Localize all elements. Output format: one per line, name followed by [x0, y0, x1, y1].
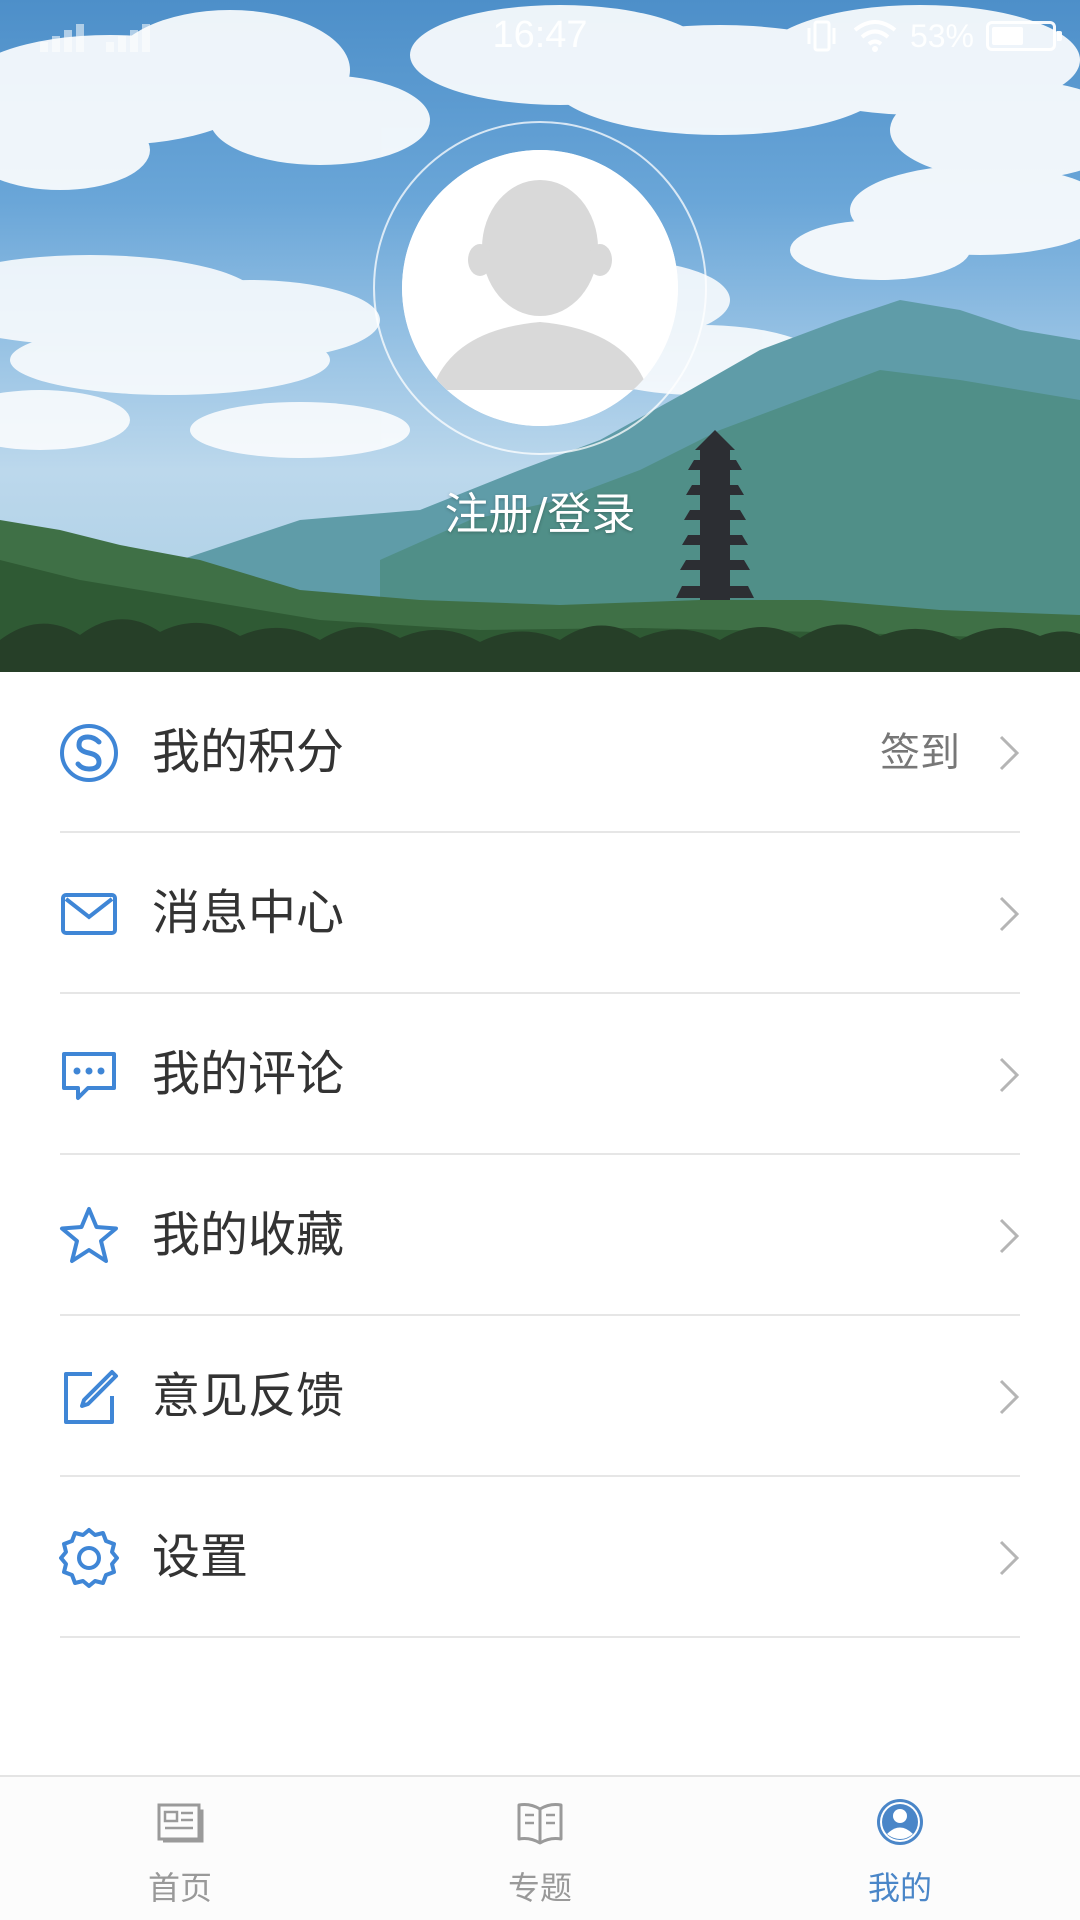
menu-item-settings[interactable]: 设置 [0, 1477, 1080, 1638]
bottom-tab-bar: 首页 专题 我的 [0, 1775, 1080, 1920]
menu-label: 意见反馈 [152, 1368, 345, 1424]
menu-item-messages[interactable]: 消息中心 [0, 833, 1080, 994]
feedback-icon [64, 1370, 118, 1424]
tab-home[interactable]: 首页 [80, 1777, 280, 1920]
profile-screen: 16:47 53% 注册/登录 我的积分 签到 消息中心 我的评论 我的收藏 意… [0, 0, 1080, 1920]
menu-item-points[interactable]: 我的积分 签到 [0, 672, 1080, 833]
mail-icon [61, 893, 117, 935]
chevron-right-icon [999, 1218, 1020, 1254]
avatar[interactable] [402, 150, 678, 426]
menu-label: 我的积分 [152, 724, 345, 780]
menu-label: 设置 [152, 1529, 249, 1585]
tab-mine[interactable]: 我的 [800, 1777, 1000, 1920]
star-icon [60, 1207, 118, 1263]
check-in-link[interactable]: 签到 [880, 726, 960, 780]
gear-icon [59, 1528, 119, 1588]
battery-level [992, 27, 1023, 45]
menu-item-feedback[interactable]: 意见反馈 [0, 1316, 1080, 1477]
login-register-link[interactable]: 注册/登录 [0, 478, 1080, 542]
battery-icon [986, 21, 1062, 51]
wifi-icon [853, 20, 897, 52]
divider [60, 1636, 1020, 1638]
status-bar: 16:47 53% [0, 0, 1080, 72]
comment-icon [62, 1052, 116, 1100]
menu-label: 消息中心 [152, 885, 345, 941]
menu-item-comments[interactable]: 我的评论 [0, 994, 1080, 1155]
profile-header: 16:47 53% 注册/登录 [0, 0, 1080, 672]
menu-item-favorites[interactable]: 我的收藏 [0, 1155, 1080, 1316]
status-indicators: 53% [804, 14, 1062, 58]
chevron-right-icon [999, 735, 1020, 771]
book-icon [517, 1803, 563, 1845]
chevron-right-icon [999, 1540, 1020, 1576]
menu-label: 我的收藏 [152, 1207, 345, 1263]
tab-topics[interactable]: 专题 [440, 1777, 640, 1920]
tab-label: 专题 [507, 1869, 572, 1907]
default-avatar-icon [402, 150, 678, 426]
chevron-right-icon [999, 896, 1020, 932]
chevron-right-icon [999, 1057, 1020, 1093]
points-icon [60, 724, 118, 782]
newspaper-icon [157, 1803, 204, 1843]
vibrate-icon [807, 20, 836, 52]
chevron-right-icon [999, 1379, 1020, 1415]
tab-label: 我的 [867, 1869, 932, 1907]
profile-menu: 我的积分 签到 消息中心 我的评论 我的收藏 意见反馈 设置 [0, 672, 1080, 1638]
tab-label: 首页 [147, 1869, 212, 1907]
user-icon [877, 1799, 923, 1845]
menu-label: 我的评论 [152, 1046, 345, 1102]
battery-percent: 53% [909, 17, 974, 54]
